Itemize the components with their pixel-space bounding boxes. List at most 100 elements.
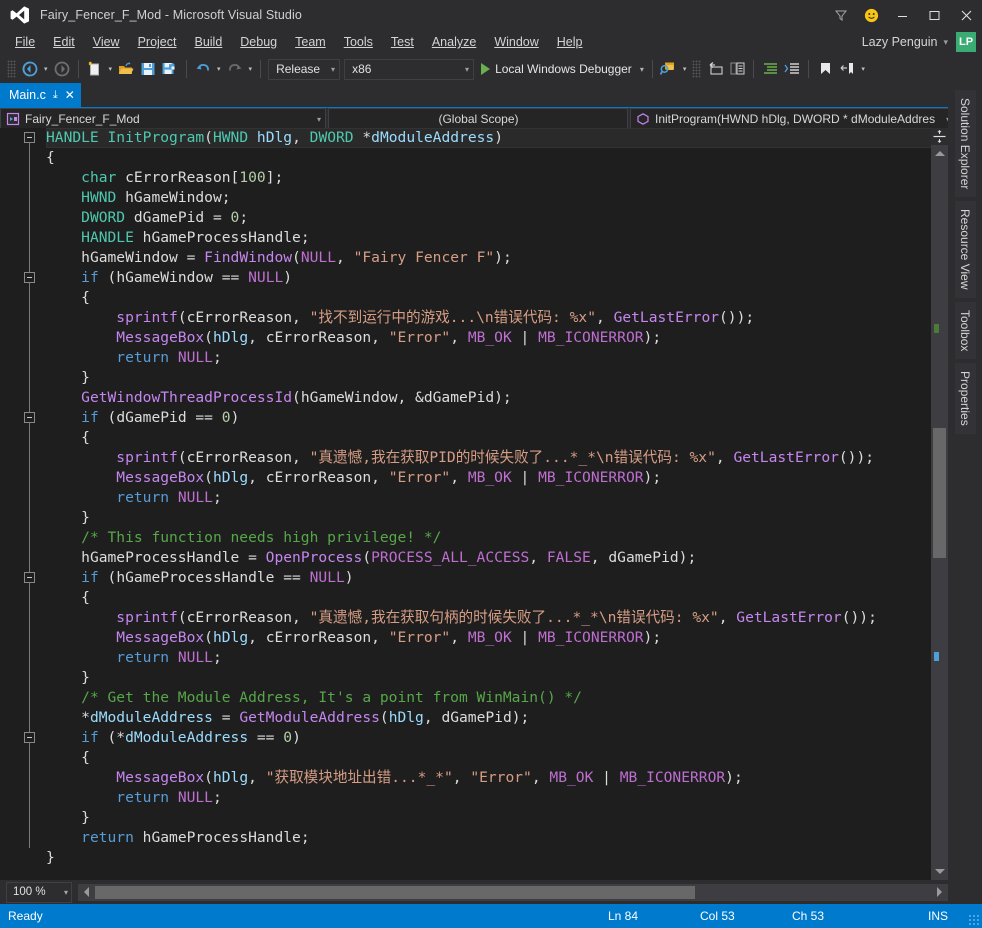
function-selector-combo[interactable]: InitProgram(HWND hDlg, DWORD * dModuleAd… xyxy=(630,108,950,130)
toolbar-overflow-caret-icon[interactable]: ▾ xyxy=(858,58,868,80)
sidebar-item-resource-view[interactable]: Resource View xyxy=(954,201,976,298)
status-text: Ready xyxy=(8,909,43,923)
new-window-icon[interactable] xyxy=(726,58,748,80)
sidebar-item-solution-explorer[interactable]: Solution Explorer xyxy=(954,90,976,198)
collapse-region-icon[interactable] xyxy=(24,272,35,283)
menu-item-team[interactable]: Team xyxy=(286,31,335,53)
pin-icon[interactable]: ⤓ xyxy=(53,89,58,102)
status-insert-mode: INS xyxy=(928,909,949,923)
menu-item-analyze[interactable]: Analyze xyxy=(423,31,485,53)
close-button[interactable] xyxy=(950,0,982,30)
step-into-icon[interactable] xyxy=(704,58,726,80)
resize-grip-icon[interactable] xyxy=(968,914,979,925)
avatar[interactable]: LP xyxy=(956,32,976,52)
navigate-forward-icon[interactable] xyxy=(51,58,73,80)
menu-label-debug: Debug xyxy=(240,35,278,49)
minimize-button[interactable] xyxy=(886,0,918,30)
tool-window-tabs: Solution Explorer Resource View Toolbox … xyxy=(948,86,982,880)
menu-item-edit[interactable]: Edit xyxy=(44,31,84,53)
account-area: Lazy Penguin ▾ LP xyxy=(862,30,976,54)
maximize-button[interactable] xyxy=(918,0,950,30)
redo-icon[interactable] xyxy=(224,58,246,80)
horizontal-scrollbar-thumb[interactable] xyxy=(95,885,695,899)
menu-item-project[interactable]: Project xyxy=(129,31,186,53)
change-marker xyxy=(934,652,939,661)
resource-view-label: Resource View xyxy=(958,209,972,290)
undo-caret-icon[interactable]: ▾ xyxy=(214,58,224,80)
scroll-right-arrow-icon[interactable] xyxy=(931,884,948,901)
standard-toolbar: ▾ ▾ ▾ ▾ Release ▾ x86 ▾ Local Windows De… xyxy=(0,54,982,84)
breakpoint-margin[interactable] xyxy=(0,128,16,880)
menu-item-tools[interactable]: Tools xyxy=(335,31,382,53)
editor-horizontal-scrollbar[interactable] xyxy=(78,883,948,901)
code-text-area[interactable]: HANDLE InitProgram(HWND hDlg, DWORD *dMo… xyxy=(46,128,948,880)
menu-item-build[interactable]: Build xyxy=(185,31,231,53)
configuration-combo[interactable]: Release ▾ xyxy=(268,58,341,80)
increase-indent-icon[interactable] xyxy=(759,58,781,80)
scroll-down-arrow-icon[interactable] xyxy=(931,863,948,880)
scope-selector-combo[interactable]: (Global Scope) xyxy=(328,108,628,130)
menu-label-window: Window xyxy=(494,35,539,49)
toolbar-grip[interactable] xyxy=(7,60,16,78)
save-all-icon[interactable] xyxy=(159,58,181,80)
title-bar: Fairy_Fencer_F_Mod - Microsoft Visual St… xyxy=(0,0,982,30)
navigate-backward-caret-icon[interactable]: ▾ xyxy=(41,58,51,80)
redo-caret-icon[interactable]: ▾ xyxy=(246,58,256,80)
play-icon xyxy=(481,63,491,75)
decrease-indent-icon[interactable] xyxy=(781,58,803,80)
toggle-bookmark-icon[interactable] xyxy=(836,58,858,80)
platform-combo[interactable]: x86 ▾ xyxy=(344,58,475,80)
toolbar-grip-2[interactable] xyxy=(692,60,702,78)
navigate-backward-icon[interactable] xyxy=(19,58,41,80)
properties-label: Properties xyxy=(958,371,972,426)
close-tab-icon[interactable]: ✕ xyxy=(65,88,75,102)
outlining-margin[interactable] xyxy=(16,128,46,880)
collapse-region-icon[interactable] xyxy=(24,412,35,423)
function-signature: InitProgram(HWND hDlg, DWORD * dModuleAd… xyxy=(655,112,936,126)
collapse-region-icon[interactable] xyxy=(24,572,35,583)
change-marker xyxy=(934,324,939,333)
collapse-region-icon[interactable] xyxy=(24,732,35,743)
status-character-number: Ch 53 xyxy=(792,909,825,923)
menu-item-test[interactable]: Test xyxy=(382,31,423,53)
new-file-caret-icon[interactable]: ▾ xyxy=(106,58,116,80)
chevron-down-icon: ▾ xyxy=(465,64,470,74)
smiley-face-icon[interactable] xyxy=(856,0,886,30)
project-selector-combo[interactable]: Fairy_Fencer_F_Mod ▾ xyxy=(0,108,326,130)
scroll-left-arrow-icon[interactable] xyxy=(78,884,95,901)
start-debugging-button[interactable]: Local Windows Debugger ▾ xyxy=(476,58,647,80)
menu-item-file[interactable]: File xyxy=(6,31,44,53)
sidebar-item-toolbox[interactable]: Toolbox xyxy=(954,301,976,360)
bookmark-icon[interactable] xyxy=(814,58,836,80)
chevron-down-icon[interactable]: ▾ xyxy=(943,37,948,48)
collapse-region-icon[interactable] xyxy=(24,132,35,143)
split-view-icon[interactable] xyxy=(931,128,948,145)
menu-item-debug[interactable]: Debug xyxy=(231,31,286,53)
sidebar-item-properties[interactable]: Properties xyxy=(954,363,976,434)
menu-label-test: Test xyxy=(390,35,414,49)
find-in-files-icon[interactable] xyxy=(658,58,680,80)
tab-main-c[interactable]: Main.c ⤓ ✕ xyxy=(0,83,81,107)
window-title: Fairy_Fencer_F_Mod - Microsoft Visual St… xyxy=(40,8,302,22)
open-file-icon[interactable] xyxy=(115,58,137,80)
toolbar-separator-4 xyxy=(651,60,653,78)
project-name: Fairy_Fencer_F_Mod xyxy=(25,112,140,126)
account-name[interactable]: Lazy Penguin xyxy=(862,35,938,49)
menu-item-view[interactable]: View xyxy=(84,31,129,53)
zoom-level-combo[interactable]: 100 % ▾ xyxy=(6,881,72,903)
save-icon[interactable] xyxy=(137,58,159,80)
funnel-icon[interactable] xyxy=(826,0,856,30)
scroll-up-arrow-icon[interactable] xyxy=(931,145,948,162)
editor-vertical-scrollbar[interactable] xyxy=(931,128,948,880)
menu-item-window[interactable]: Window xyxy=(485,31,547,53)
vertical-scrollbar-thumb[interactable] xyxy=(933,428,946,558)
status-bar: Ready Ln 84 Col 53 Ch 53 INS xyxy=(0,904,982,928)
menu-item-help[interactable]: Help xyxy=(548,31,592,53)
find-caret-icon[interactable]: ▾ xyxy=(680,58,690,80)
toolbox-label: Toolbox xyxy=(958,309,972,352)
new-file-icon[interactable] xyxy=(84,58,106,80)
document-tab-strip: Main.c ⤓ ✕ ▾ xyxy=(0,83,982,108)
menu-label-tools: Tools xyxy=(343,35,373,49)
code-editor[interactable]: HANDLE InitProgram(HWND hDlg, DWORD *dMo… xyxy=(0,128,948,880)
undo-icon[interactable] xyxy=(192,58,214,80)
